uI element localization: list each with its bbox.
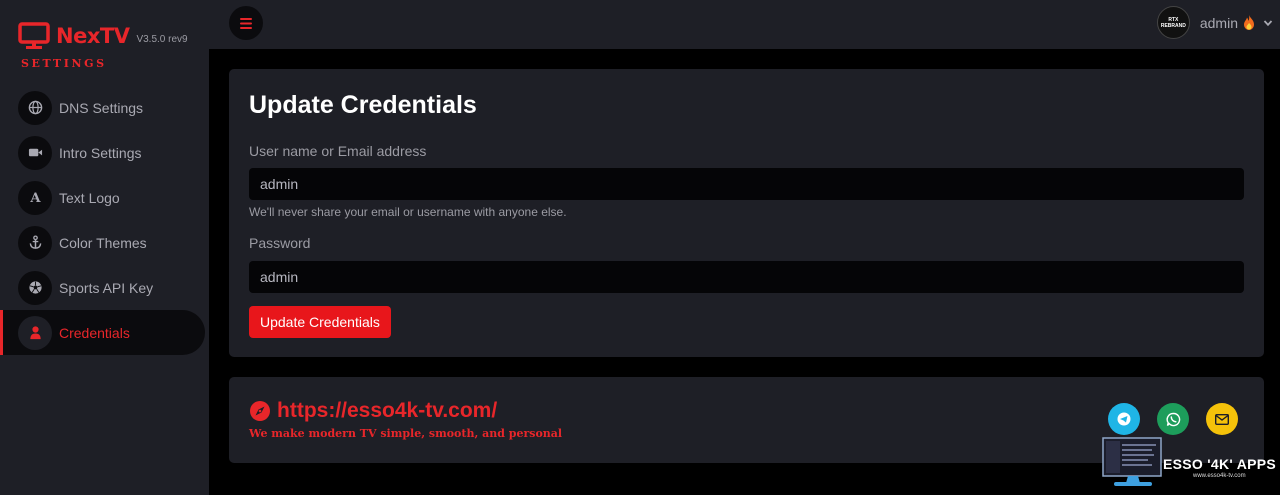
username-label: User name or Email address <box>249 143 427 159</box>
sidebar-item-label: Sports API Key <box>59 279 154 296</box>
sidebar-item-label: DNS Settings <box>59 99 144 116</box>
page-title: Update Credentials <box>249 91 477 119</box>
sidebar-item-sports-api-key[interactable]: Sports API Key <box>0 265 209 310</box>
user-name: admin <box>1199 14 1238 31</box>
video-camera-icon <box>28 148 42 157</box>
letter-a-icon: A <box>29 191 41 205</box>
sidebar-item-text-logo[interactable]: A Text Logo <box>0 175 209 220</box>
telegram-icon <box>1117 412 1131 426</box>
user-icon <box>29 326 41 340</box>
avatar[interactable]: RTX REBRAND <box>1156 6 1190 39</box>
hamburger-icon <box>240 17 252 29</box>
brand-version: V3.5.0 rev9 <box>136 33 188 45</box>
password-field[interactable] <box>249 261 1244 293</box>
sidebar-item-label: Color Themes <box>59 234 147 251</box>
update-credentials-button[interactable]: Update Credentials <box>249 306 391 338</box>
watermark-subtext: www.esso4k-tv.com <box>1193 473 1246 479</box>
sidebar-item-dns-settings[interactable]: DNS Settings <box>0 85 209 130</box>
globe-icon <box>28 100 42 115</box>
email-icon <box>1215 413 1229 425</box>
watermark: ESSO '4K' APPS www.esso4k-tv.com <box>1102 436 1280 495</box>
sidebar-item-intro-settings[interactable]: Intro Settings <box>0 130 209 175</box>
whatsapp-icon <box>1166 412 1180 426</box>
brand-name: NexTV <box>56 24 130 48</box>
watermark-text: ESSO '4K' APPS <box>1163 456 1277 472</box>
monitor-logo-icon <box>1102 437 1162 486</box>
credentials-card: Update Credentials User name or Email ad… <box>229 69 1264 357</box>
brand-logo[interactable]: NexTV V3.5.0 rev9 <box>18 22 188 50</box>
section-heading: SETTINGS <box>21 57 107 70</box>
chevron-down-icon <box>1263 19 1273 26</box>
sidebar-nav: DNS Settings Intro Settings A Text Logo <box>0 85 209 355</box>
telegram-button[interactable] <box>1108 403 1140 435</box>
avatar-text-bottom: REBRAND <box>1160 22 1186 29</box>
fire-icon <box>1244 15 1254 30</box>
whatsapp-button[interactable] <box>1157 403 1189 435</box>
username-field[interactable] <box>249 168 1244 200</box>
sidebar-item-label: Credentials <box>59 324 130 341</box>
svg-text:A: A <box>29 191 41 205</box>
username-help-text: We'll never share your email or username… <box>249 205 567 219</box>
sidebar-item-label: Text Logo <box>59 189 120 206</box>
anchor-icon <box>29 235 41 249</box>
password-label: Password <box>249 235 311 251</box>
promo-link[interactable]: https://esso4k-tv.com/ <box>249 399 497 423</box>
promo-tagline: We make modern TV simple, smooth, and pe… <box>249 427 563 440</box>
promo-url: https://esso4k-tv.com/ <box>277 399 498 422</box>
tv-icon <box>18 22 50 49</box>
sidebar-item-label: Intro Settings <box>59 144 142 161</box>
compass-icon <box>250 401 270 421</box>
email-button[interactable] <box>1206 403 1238 435</box>
sidebar-item-credentials[interactable]: Credentials <box>0 310 205 355</box>
user-menu[interactable]: RTX REBRAND admin <box>1156 6 1273 39</box>
sidebar-item-color-themes[interactable]: Color Themes <box>0 220 209 265</box>
top-header: RTX REBRAND admin <box>209 0 1280 49</box>
sidebar: NexTV V3.5.0 rev9 SETTINGS DNS Settings … <box>0 0 209 495</box>
menu-toggle-button[interactable] <box>229 6 263 40</box>
soccer-ball-icon <box>28 281 42 294</box>
